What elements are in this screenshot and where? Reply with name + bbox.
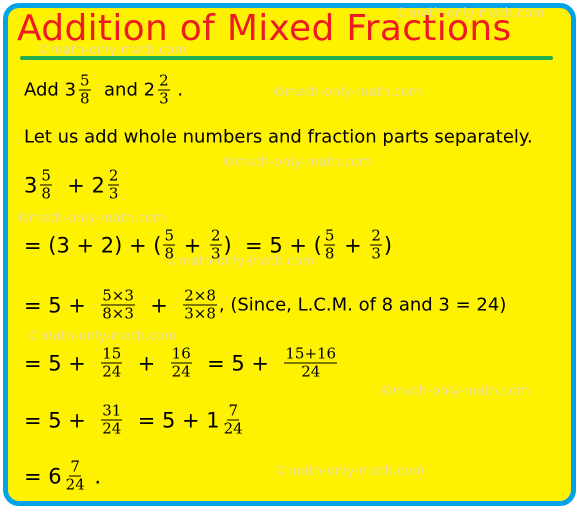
- math-text: and: [92, 79, 144, 101]
- whole-number: 6: [48, 464, 62, 488]
- numerator: 2×8: [183, 286, 217, 306]
- worksheet-image: ©math-only-math.com ©math-only-math.com …: [0, 0, 579, 506]
- watermark: ©math-only-math.com: [222, 155, 372, 170]
- math-line: = (3 + 2) + (5 8 + 2 3) = 5 + (5 8 + 2 3): [24, 226, 393, 263]
- math-text: = 5 +: [24, 351, 100, 375]
- math-line: = 5 + 31 24 = 5 + 1 7 24: [24, 401, 246, 438]
- math-text: = 5 +: [24, 293, 100, 317]
- math-text: +: [177, 233, 208, 257]
- math-text: ): [383, 233, 393, 257]
- denominator: 3: [159, 89, 169, 108]
- math-text: Let us add whole numbers and fraction pa…: [24, 126, 533, 148]
- math-text: , (Since, L.C.M. of 8 and 3 = 24): [218, 294, 507, 316]
- numerator: 5: [79, 71, 91, 91]
- numerator: 2: [209, 226, 222, 246]
- fraction: 31 24: [101, 401, 123, 438]
- numerator: 2: [370, 226, 382, 246]
- denominator: 8: [80, 89, 90, 108]
- fraction: 15 24: [101, 344, 123, 381]
- math-text: .: [171, 79, 184, 101]
- whole-number: 2: [91, 173, 105, 197]
- math-text: +: [136, 293, 182, 317]
- numerator: 5×3: [101, 286, 135, 306]
- math-text: = 5 +: [24, 408, 100, 432]
- math-text: +: [53, 173, 92, 197]
- fraction: 58: [323, 226, 336, 263]
- whole-number: 3: [64, 79, 77, 101]
- math-line: 358 + 223: [24, 166, 121, 203]
- fraction: 23: [209, 226, 222, 263]
- fraction: 58: [40, 166, 52, 203]
- whole-number: 1: [206, 408, 220, 432]
- math-text: +: [337, 233, 369, 257]
- denominator: 8: [324, 244, 335, 263]
- denominator: 3: [108, 184, 119, 203]
- denominator: 8×3: [102, 304, 134, 323]
- whole-number: 2: [143, 79, 156, 101]
- title-underline: [20, 56, 553, 60]
- watermark: ©math-only-math.com: [275, 464, 425, 479]
- whole-number: 3: [24, 173, 38, 197]
- denominator: 3: [371, 244, 381, 263]
- numerator: 5: [323, 226, 336, 246]
- watermark: ©math-only-math.com: [27, 329, 177, 344]
- fraction: 23: [158, 71, 170, 108]
- math-line: Add 358 and 223 .: [24, 71, 184, 108]
- fraction: 2×8 3×8: [183, 286, 217, 323]
- fraction: 58: [79, 71, 91, 108]
- watermark: ©math-only-math.com: [16, 211, 166, 226]
- denominator: 24: [223, 419, 243, 438]
- math-text: Add: [24, 79, 65, 101]
- numerator: 5: [163, 226, 176, 246]
- numerator: 2: [107, 166, 120, 186]
- math-text: = 5 +: [193, 351, 283, 375]
- fraction: 5×3 8×3: [101, 286, 135, 323]
- numerator: 2: [158, 71, 170, 91]
- numerator: 7: [227, 401, 239, 421]
- denominator: 8: [41, 184, 51, 203]
- math-text: ) = 5 + (: [223, 233, 322, 257]
- fraction: 23: [107, 166, 120, 203]
- fraction: 58: [163, 226, 176, 263]
- math-text: .: [87, 464, 102, 488]
- fraction: 7 24: [223, 401, 244, 438]
- denominator: 24: [171, 362, 191, 381]
- math-line: = 5 + 15 24 + 16 24 = 5 + 15+16 24: [24, 344, 339, 381]
- fraction: 15+16 24: [284, 344, 338, 381]
- numerator: 31: [101, 401, 123, 421]
- numerator: 16: [170, 344, 192, 364]
- numerator: 15: [101, 344, 123, 364]
- watermark: ©math-only-math.com: [272, 85, 422, 100]
- numerator: 7: [69, 457, 81, 477]
- fraction: 16 24: [170, 344, 192, 381]
- watermark: ©math-only-math.com: [380, 384, 530, 399]
- math-line: = 6 7 24 .: [24, 457, 102, 494]
- denominator: 3×8: [184, 304, 216, 323]
- math-text: = (3 + 2) + (: [24, 233, 162, 257]
- denominator: 8: [164, 244, 175, 263]
- numerator: 15+16: [284, 344, 338, 364]
- numerator: 5: [40, 166, 52, 186]
- denominator: 24: [65, 475, 85, 494]
- denominator: 24: [102, 362, 122, 381]
- denominator: 24: [102, 419, 122, 438]
- denominator: 24: [301, 362, 321, 381]
- math-text: = 5 +: [124, 408, 207, 432]
- fraction: 23: [370, 226, 382, 263]
- denominator: 3: [210, 244, 221, 263]
- math-text: +: [124, 351, 169, 375]
- math-line: Let us add whole numbers and fraction pa…: [24, 127, 533, 148]
- fraction: 7 24: [65, 457, 86, 494]
- math-text: =: [24, 464, 49, 488]
- page-title: Addition of Mixed Fractions: [17, 8, 512, 49]
- math-line: = 5 + 5×3 8×3 + 2×8 3×8, (Since, L.C.M. of…: [24, 286, 507, 323]
